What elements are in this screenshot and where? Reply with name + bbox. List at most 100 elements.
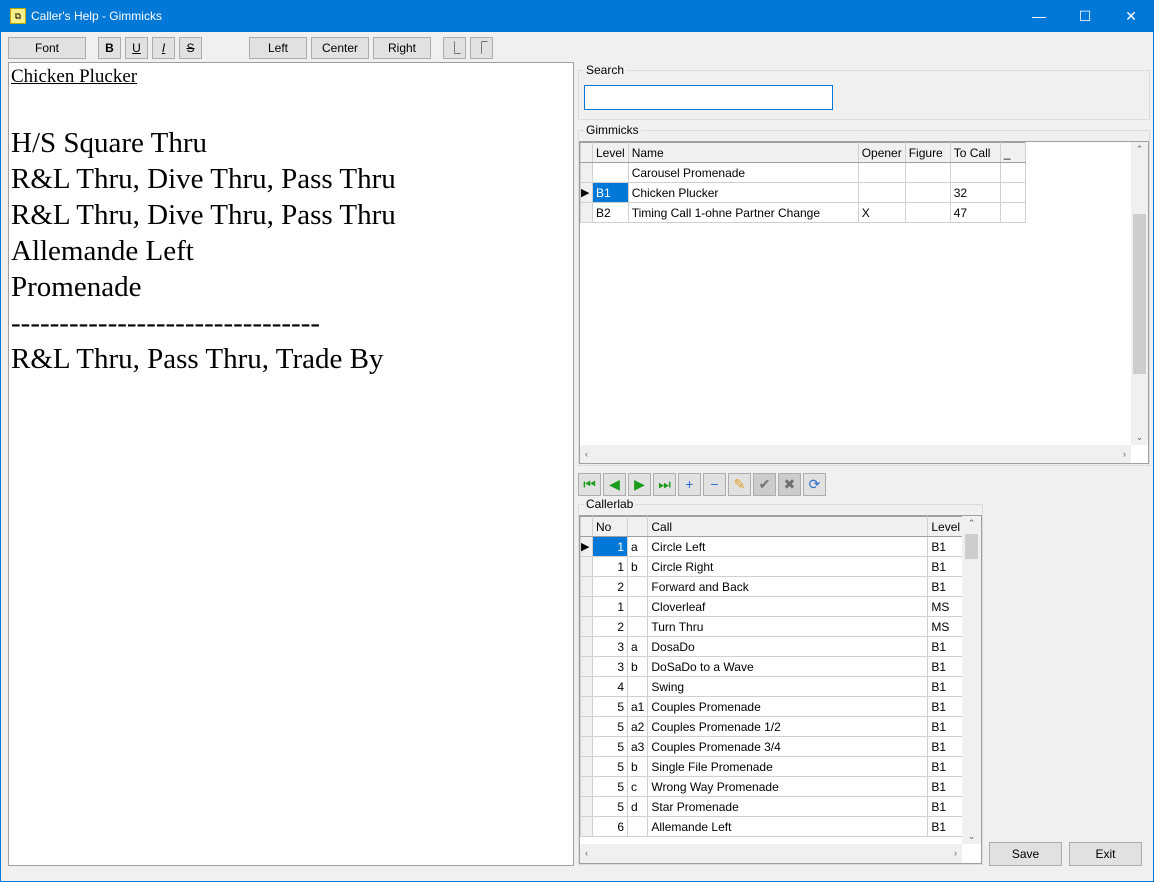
table-cell[interactable]: 1 xyxy=(592,596,628,617)
bold-button[interactable]: B xyxy=(98,37,121,59)
exit-button[interactable]: Exit xyxy=(1069,842,1142,866)
table-cell[interactable] xyxy=(626,596,649,617)
table-cell[interactable] xyxy=(626,616,649,637)
table-cell[interactable] xyxy=(904,202,951,223)
table-cell[interactable]: 4 xyxy=(592,676,628,697)
column-header[interactable]: Opener xyxy=(857,142,906,163)
table-cell[interactable]: Timing Call 1-ohne Partner Change xyxy=(627,202,859,223)
table-row[interactable]: 1 b Circle Right B1 xyxy=(580,556,965,577)
column-header[interactable]: No xyxy=(592,516,628,537)
table-cell[interactable] xyxy=(999,202,1026,223)
table-cell[interactable] xyxy=(626,676,649,697)
scroll-thumb[interactable] xyxy=(965,534,978,559)
table-cell[interactable]: 5 xyxy=(592,736,628,757)
close-button[interactable]: ✕ xyxy=(1108,1,1154,32)
save-button[interactable]: Save xyxy=(989,842,1062,866)
table-cell[interactable]: 6 xyxy=(592,816,628,837)
nav-last-icon[interactable]: ⏭ xyxy=(653,473,676,496)
outdent-icon[interactable]: ⎿ xyxy=(443,37,466,59)
table-row[interactable]: 5 b Single File Promenade B1 xyxy=(580,756,965,777)
table-cell[interactable]: B1 xyxy=(927,816,965,837)
maximize-button[interactable]: ☐ xyxy=(1062,1,1108,32)
gimmicks-horizontal-scrollbar[interactable]: ‹ › xyxy=(580,445,1131,463)
search-input[interactable] xyxy=(584,85,833,110)
underline-button[interactable]: U xyxy=(125,37,148,59)
nav-insert-icon[interactable]: + xyxy=(678,473,701,496)
column-header[interactable]: Level xyxy=(592,142,629,163)
table-cell[interactable]: Forward and Back xyxy=(647,576,929,597)
align-left-button[interactable]: Left xyxy=(249,37,307,59)
table-cell[interactable]: c xyxy=(626,776,649,797)
table-row[interactable]: 5 a3 Couples Promenade 3/4 B1 xyxy=(580,736,965,757)
font-button[interactable]: Font xyxy=(8,37,86,59)
table-row[interactable]: ▶ B1 Chicken Plucker 32 xyxy=(580,182,1026,203)
table-cell[interactable]: Turn Thru xyxy=(647,616,929,637)
table-cell[interactable] xyxy=(999,182,1026,203)
table-row[interactable]: 3 b DoSaDo to a Wave B1 xyxy=(580,656,965,677)
table-row[interactable]: 5 a1 Couples Promenade B1 xyxy=(580,696,965,717)
table-row[interactable]: 6 Allemande Left B1 xyxy=(580,816,965,837)
nav-next-icon[interactable]: ▶ xyxy=(628,473,651,496)
nav-prior-icon[interactable]: ◀ xyxy=(603,473,626,496)
table-row[interactable]: 2 Turn Thru MS xyxy=(580,616,965,637)
nav-first-icon[interactable]: ⏮ xyxy=(578,473,601,496)
table-cell[interactable]: B1 xyxy=(927,796,965,817)
table-cell[interactable]: Couples Promenade xyxy=(647,696,929,717)
column-header[interactable]: _ xyxy=(999,142,1026,163)
strikethrough-button[interactable]: S xyxy=(179,37,202,59)
column-header[interactable] xyxy=(626,516,649,537)
table-row[interactable]: ▶ 1 a Circle Left B1 xyxy=(580,536,965,557)
column-header[interactable]: To Call xyxy=(949,142,1001,163)
table-cell[interactable]: B1 xyxy=(927,636,965,657)
table-cell[interactable]: B1 xyxy=(927,576,965,597)
table-cell[interactable]: Carousel Promenade xyxy=(627,162,859,183)
table-cell[interactable] xyxy=(592,162,629,183)
nav-edit-icon[interactable]: ✎ xyxy=(728,473,751,496)
callerlab-vertical-scrollbar[interactable]: ⌃ ⌄ xyxy=(962,516,981,844)
table-cell[interactable]: b xyxy=(626,656,649,677)
table-cell[interactable]: 5 xyxy=(592,756,628,777)
gimmicks-grid[interactable]: Level Name Opener Figure To Call _ Carousel Pr… xyxy=(579,141,1149,464)
table-cell[interactable] xyxy=(626,816,649,837)
table-cell[interactable]: B1 xyxy=(927,696,965,717)
scroll-thumb[interactable] xyxy=(1133,214,1146,374)
table-cell[interactable]: Circle Left xyxy=(647,536,929,557)
table-cell[interactable]: Circle Right xyxy=(647,556,929,577)
table-cell[interactable]: 3 xyxy=(592,656,628,677)
table-row[interactable]: 1 Cloverleaf MS xyxy=(580,596,965,617)
table-row[interactable]: B2 Timing Call 1-ohne Partner Change X 47 xyxy=(580,202,1026,223)
table-cell[interactable]: DosaDo xyxy=(647,636,929,657)
table-cell[interactable]: Couples Promenade 3/4 xyxy=(647,736,929,757)
table-cell[interactable] xyxy=(904,182,951,203)
table-cell[interactable]: B1 xyxy=(927,656,965,677)
table-cell[interactable]: B1 xyxy=(927,536,965,557)
table-row[interactable]: 5 d Star Promenade B1 xyxy=(580,796,965,817)
gimmicks-vertical-scrollbar[interactable]: ⌃ ⌄ xyxy=(1131,142,1148,445)
table-cell[interactable]: Swing xyxy=(647,676,929,697)
table-cell[interactable] xyxy=(626,576,649,597)
nav-refresh-icon[interactable]: ⟳ xyxy=(803,473,826,496)
table-cell[interactable]: a1 xyxy=(626,696,649,717)
column-header[interactable]: Call xyxy=(647,516,929,537)
table-cell[interactable]: X xyxy=(857,202,906,223)
table-cell[interactable]: Wrong Way Promenade xyxy=(647,776,929,797)
table-row[interactable]: Carousel Promenade xyxy=(580,162,1026,183)
table-cell[interactable]: DoSaDo to a Wave xyxy=(647,656,929,677)
table-cell[interactable]: 3 xyxy=(592,636,628,657)
table-cell[interactable]: Couples Promenade 1/2 xyxy=(647,716,929,737)
align-right-button[interactable]: Right xyxy=(373,37,431,59)
table-cell[interactable]: 5 xyxy=(592,796,628,817)
table-cell[interactable]: a2 xyxy=(626,716,649,737)
column-header[interactable]: Name xyxy=(627,142,859,163)
table-cell[interactable] xyxy=(904,162,951,183)
nav-delete-icon[interactable]: − xyxy=(703,473,726,496)
align-center-button[interactable]: Center xyxy=(311,37,369,59)
table-cell[interactable]: Cloverleaf xyxy=(647,596,929,617)
table-cell[interactable]: MS xyxy=(927,596,965,617)
table-cell[interactable] xyxy=(857,182,906,203)
table-row[interactable]: 2 Forward and Back B1 xyxy=(580,576,965,597)
callerlab-horizontal-scrollbar[interactable]: ‹ › xyxy=(580,844,962,863)
table-cell[interactable]: MS xyxy=(927,616,965,637)
table-row[interactable]: 5 c Wrong Way Promenade B1 xyxy=(580,776,965,797)
table-cell[interactable]: B2 xyxy=(592,202,629,223)
